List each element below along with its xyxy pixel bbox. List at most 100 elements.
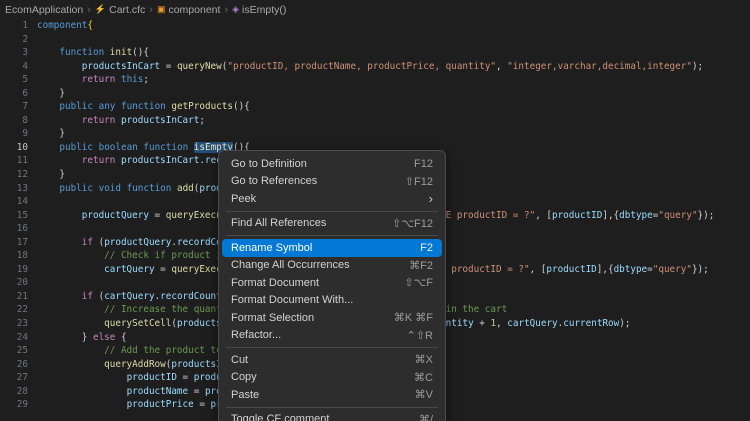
line-number: 21 — [0, 290, 28, 304]
menu-item-label: Copy — [231, 371, 400, 383]
menu-item-refactor[interactable]: Refactor... ⌃⇧R — [222, 327, 442, 345]
menu-separator — [226, 347, 438, 348]
menu-item-shortcut: ⌘K ⌘F — [394, 311, 433, 324]
menu-item-shortcut: ⌃⇧R — [407, 329, 433, 342]
menu-item-format-selection[interactable]: Format Selection ⌘K ⌘F — [222, 309, 442, 327]
breadcrumb-item-component[interactable]: ▣component — [157, 4, 220, 16]
menu-item-label: Find All References — [231, 217, 378, 229]
menu-item-shortcut: ⌘/ — [419, 413, 433, 421]
line-number: 1 — [0, 19, 28, 33]
menu-item-format-document[interactable]: Format Document ⇧⌥F — [222, 274, 442, 292]
line-number: 12 — [0, 168, 28, 182]
line-number: 27 — [0, 371, 28, 385]
menu-item-cut[interactable]: Cut ⌘X — [222, 351, 442, 369]
code-line-8[interactable]: 8 return productsInCart; — [0, 114, 750, 128]
menu-item-go-to-references[interactable]: Go to References ⇧F12 — [222, 173, 442, 191]
line-number: 16 — [0, 222, 28, 236]
line-number: 13 — [0, 182, 28, 196]
menu-item-paste[interactable]: Paste⌘V — [222, 386, 442, 404]
breadcrumb-item-cart-cfc[interactable]: ⚡Cart.cfc — [95, 4, 145, 16]
menu-item-label: Peek — [231, 193, 415, 205]
line-number: 28 — [0, 385, 28, 399]
menu-item-format-document-with[interactable]: Format Document With... — [222, 292, 442, 310]
menu-item-label: Rename Symbol — [231, 242, 406, 254]
breadcrumb-label: EcomApplication — [5, 4, 83, 16]
menu-item-toggle-cf-comment[interactable]: Toggle CF comment ⌘/ — [222, 411, 442, 421]
line-number: 2 — [0, 33, 28, 47]
menu-item-go-to-definition[interactable]: Go to Definition F12 — [222, 155, 442, 173]
breadcrumb-chevron-icon: › — [149, 4, 153, 16]
menu-item-rename-symbol[interactable]: Rename Symbol F2 — [222, 239, 442, 257]
breadcrumb-chevron-icon: › — [87, 4, 91, 16]
menu-item-shortcut: ⌘X — [415, 353, 433, 366]
line-number: 4 — [0, 60, 28, 74]
line-number: 17 — [0, 236, 28, 250]
breadcrumb-item-ecomapplication[interactable]: EcomApplication — [5, 4, 83, 16]
line-number: 22 — [0, 303, 28, 317]
code-line-9[interactable]: 9 } — [0, 127, 750, 141]
code-line-2[interactable]: 2 — [0, 33, 750, 47]
code-line-1[interactable]: 1component{ — [0, 19, 750, 33]
code-line-6[interactable]: 6 } — [0, 87, 750, 101]
line-number: 5 — [0, 73, 28, 87]
code-text: return productsInCart; — [37, 114, 205, 128]
line-number: 14 — [0, 195, 28, 209]
line-number: 23 — [0, 317, 28, 331]
menu-item-shortcut: ⌘V — [415, 388, 433, 401]
line-number: 24 — [0, 331, 28, 345]
menu-item-label: Cut — [231, 354, 401, 366]
menu-item-shortcut: ⌘F2 — [409, 259, 433, 272]
context-menu: Go to Definition F12 Go to References ⇧F12 P… — [218, 150, 446, 421]
line-number: 9 — [0, 127, 28, 141]
menu-item-label: Format Document With... — [231, 294, 433, 306]
menu-item-label: Go to References — [231, 175, 391, 187]
line-number: 6 — [0, 87, 28, 101]
line-number: 3 — [0, 46, 28, 60]
menu-item-peek[interactable]: Peek › — [222, 190, 442, 208]
code-text: return this; — [37, 73, 149, 87]
menu-separator — [226, 407, 438, 408]
line-number: 15 — [0, 209, 28, 223]
symbol-class-icon: ▣ — [157, 5, 166, 14]
menu-item-label: Toggle CF comment — [231, 413, 405, 421]
menu-item-label: Refactor... — [231, 329, 393, 341]
line-number: 20 — [0, 276, 28, 290]
menu-item-shortcut: ⇧F12 — [405, 175, 433, 188]
menu-item-shortcut: ⇧⌥F12 — [392, 217, 433, 230]
menu-item-label: Go to Definition — [231, 158, 400, 170]
menu-item-label: Format Selection — [231, 312, 380, 324]
menu-item-shortcut: ⇧⌥F — [404, 276, 433, 289]
menu-item-change-all-occurrences[interactable]: Change All Occurrences⌘F2 — [222, 257, 442, 275]
breadcrumb-label: component — [168, 4, 220, 16]
line-number: 7 — [0, 100, 28, 114]
code-line-5[interactable]: 5 return this; — [0, 73, 750, 87]
submenu-chevron-icon: › — [429, 191, 433, 206]
menu-item-label: Format Document — [231, 277, 390, 289]
breadcrumb-label: Cart.cfc — [109, 4, 145, 16]
line-number: 26 — [0, 358, 28, 372]
breadcrumb-label: isEmpty() — [242, 4, 286, 16]
line-number: 25 — [0, 344, 28, 358]
code-text: } — [37, 87, 65, 101]
code-text: public any function getProducts(){ — [37, 100, 250, 114]
line-number: 29 — [0, 398, 28, 412]
code-line-4[interactable]: 4 productsInCart = queryNew("productID, … — [0, 60, 750, 74]
menu-item-copy[interactable]: Copy⌘C — [222, 369, 442, 387]
code-text: function init(){ — [37, 46, 149, 60]
menu-item-shortcut: F2 — [420, 242, 433, 254]
menu-item-find-all-references[interactable]: Find All References ⇧⌥F12 — [222, 215, 442, 233]
menu-item-shortcut: F12 — [414, 158, 433, 170]
breadcrumb-item-isempty[interactable]: ◈isEmpty() — [232, 4, 286, 16]
symbol-method-icon: ◈ — [232, 5, 239, 14]
menu-separator — [226, 211, 438, 212]
code-line-3[interactable]: 3 function init(){ — [0, 46, 750, 60]
line-number: 19 — [0, 263, 28, 277]
line-number: 10 — [0, 141, 28, 155]
code-text: } — [37, 168, 65, 182]
vscode-window: EcomApplication › ⚡Cart.cfc › ▣component › ◈is… — [0, 0, 750, 421]
code-line-7[interactable]: 7 public any function getProducts(){ — [0, 100, 750, 114]
cfml-file-icon: ⚡ — [95, 5, 106, 14]
line-number: 8 — [0, 114, 28, 128]
line-number: 18 — [0, 249, 28, 263]
breadcrumb: EcomApplication›⚡Cart.cfc›▣component›◈is… — [0, 0, 750, 19]
